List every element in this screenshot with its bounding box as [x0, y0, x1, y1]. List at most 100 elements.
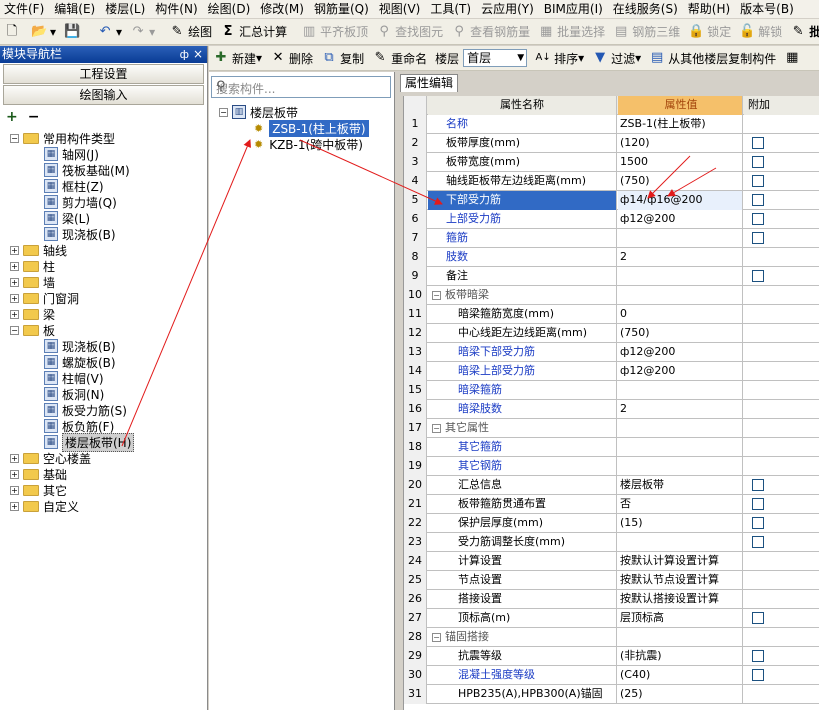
property-value[interactable]	[618, 381, 743, 400]
property-value[interactable]: ф14/ф16@200	[618, 191, 743, 210]
property-row[interactable]: 7 箍筋	[404, 229, 819, 248]
menu-item[interactable]: 修改(M)	[256, 0, 310, 18]
property-value[interactable]: (750)	[618, 172, 743, 191]
property-value[interactable]: 按默认节点设置计算	[618, 571, 743, 590]
property-value[interactable]: (C40)	[618, 666, 743, 685]
property-value[interactable]: 否	[618, 495, 743, 514]
property-row[interactable]: 22 保护层厚度(mm) (15)	[404, 514, 819, 533]
tree-item[interactable]: ▦ 板洞(N)	[44, 386, 104, 402]
delete-button[interactable]: ✕ 删除	[266, 47, 317, 69]
open-button[interactable]: 📂 ▾	[27, 21, 60, 43]
tree-foundation[interactable]: + 基础	[10, 466, 67, 482]
property-value[interactable]: 1500	[618, 153, 743, 172]
tree-item[interactable]: ▦ 柱帽(V)	[44, 370, 104, 386]
property-row[interactable]: 30 混凝土强度等级 (C40)	[404, 666, 819, 685]
property-value[interactable]	[618, 457, 743, 476]
tree-door-window[interactable]: + 门窗洞	[10, 290, 79, 306]
property-row[interactable]: 5 下部受力筋 ф14/ф16@200	[404, 191, 819, 210]
collapse-icon[interactable]: −	[10, 325, 19, 335]
tree-hollow-floor[interactable]: + 空心楼盖	[10, 450, 91, 466]
property-value[interactable]: ф12@200	[618, 343, 743, 362]
property-value[interactable]	[618, 267, 743, 286]
rename-button[interactable]: ✎ 重命名	[368, 47, 431, 69]
expand-icon[interactable]: +	[10, 245, 19, 255]
property-value[interactable]	[618, 286, 743, 305]
property-value[interactable]: 按默认搭接设置计算	[618, 590, 743, 609]
property-row[interactable]: 2 板带厚度(mm) (120)	[404, 134, 819, 153]
append-checkbox[interactable]	[752, 137, 764, 149]
tab-property-edit[interactable]: 属性编辑	[400, 74, 459, 92]
tree-item[interactable]: ▦ 现浇板(B)	[44, 338, 116, 354]
filter-button[interactable]: ▼ 过滤 ▾	[588, 47, 645, 69]
draw-input-button[interactable]: 绘图输入	[3, 85, 204, 105]
collapse-all-icon[interactable]: −	[28, 109, 40, 125]
property-value[interactable]	[618, 533, 743, 552]
menu-item[interactable]: 构件(N)	[151, 0, 203, 18]
expand-icon[interactable]: +	[10, 261, 19, 271]
property-value[interactable]: (750)	[618, 324, 743, 343]
property-row[interactable]: 6 上部受力筋 ф12@200	[404, 210, 819, 229]
tree-item[interactable]: ▦ 框柱(Z)	[44, 178, 104, 194]
batch-button[interactable]: ✎ 批量	[786, 21, 819, 43]
property-row[interactable]: 9 备注	[404, 267, 819, 286]
new-component-button[interactable]: ✚ 新建 ▾	[209, 47, 266, 69]
collapse-icon[interactable]: −	[432, 290, 441, 300]
append-checkbox[interactable]	[752, 213, 764, 225]
menu-item[interactable]: 在线服务(S)	[609, 0, 684, 18]
menu-item[interactable]: 帮助(H)	[684, 0, 736, 18]
expand-icon[interactable]: +	[10, 501, 19, 511]
copy-from-floor-button[interactable]: ▤ 从其他楼层复制构件	[645, 47, 780, 69]
property-value[interactable]: 按默认计算设置计算	[618, 552, 743, 571]
tree-other[interactable]: + 其它	[10, 482, 67, 498]
property-value[interactable]: 楼层板带	[618, 476, 743, 495]
component-search-input[interactable]: 搜索构件... ⚲	[211, 76, 391, 98]
property-row[interactable]: 20 汇总信息 楼层板带	[404, 476, 819, 495]
collapse-icon[interactable]: −	[219, 107, 228, 117]
append-checkbox[interactable]	[752, 669, 764, 681]
append-checkbox[interactable]	[752, 232, 764, 244]
menu-item[interactable]: 钢筋量(Q)	[310, 0, 375, 18]
copy-button[interactable]: ⧉ 复制	[317, 47, 368, 69]
property-value[interactable]: (25)	[618, 685, 743, 704]
menu-item[interactable]: 版本号(B)	[736, 0, 800, 18]
append-checkbox[interactable]	[752, 194, 764, 206]
expand-icon[interactable]: +	[10, 293, 19, 303]
property-value[interactable]	[618, 419, 743, 438]
property-row[interactable]: 3 板带宽度(mm) 1500	[404, 153, 819, 172]
append-checkbox[interactable]	[752, 479, 764, 491]
new-file-button[interactable]: 🗋	[0, 21, 27, 43]
unlock-button[interactable]: 🔓 解锁	[735, 21, 786, 43]
property-value[interactable]: ф12@200	[618, 362, 743, 381]
property-row[interactable]: 14 暗梁上部受力筋 ф12@200	[404, 362, 819, 381]
append-checkbox[interactable]	[752, 536, 764, 548]
tree-column[interactable]: + 柱	[10, 258, 55, 274]
tree-item[interactable]: ▦ 筏板基础(M)	[44, 162, 130, 178]
property-row[interactable]: 11 暗梁箍筋宽度(mm) 0	[404, 305, 819, 324]
expand-icon[interactable]: +	[10, 453, 19, 463]
floor-select[interactable]: 首层 ▼	[463, 49, 528, 67]
property-value[interactable]: 2	[618, 400, 743, 419]
property-row[interactable]: 26 搭接设置 按默认搭接设置计算	[404, 590, 819, 609]
property-row[interactable]: 23 受力筋调整长度(mm)	[404, 533, 819, 552]
property-row[interactable]: 12 中心线距左边线距离(mm) (750)	[404, 324, 819, 343]
batch-select-button[interactable]: ▦ 批量选择	[534, 21, 609, 43]
component-item-kzb1[interactable]: ✹ KZB-1(跨中板带)	[254, 136, 363, 152]
project-settings-button[interactable]: 工程设置	[3, 64, 204, 84]
tree-item[interactable]: ▦ 梁(L)	[44, 210, 90, 226]
tree-item[interactable]: ▦ 剪力墙(Q)	[44, 194, 117, 210]
tree-item[interactable]: ▦ 楼层板带(H)	[44, 432, 135, 452]
more-toolbar-icon[interactable]: ▦	[780, 47, 807, 69]
append-checkbox[interactable]	[752, 498, 764, 510]
property-value[interactable]: 2	[618, 248, 743, 267]
property-row[interactable]: 27 顶标高(m) 层顶标高	[404, 609, 819, 628]
append-checkbox[interactable]	[752, 175, 764, 187]
property-row[interactable]: 29 抗震等级 (非抗震)	[404, 647, 819, 666]
menu-item[interactable]: 楼层(L)	[101, 0, 151, 18]
property-row[interactable]: 4 轴线距板带左边线距离(mm) (750)	[404, 172, 819, 191]
tree-axis[interactable]: + 轴线	[10, 242, 67, 258]
expand-icon[interactable]: +	[10, 309, 19, 319]
pin-icon[interactable]: ф	[180, 46, 189, 63]
component-item-zsb1[interactable]: ✹ ZSB-1(柱上板带)	[254, 119, 369, 137]
menu-item[interactable]: BIM应用(I)	[540, 0, 609, 18]
close-icon[interactable]: ×	[193, 46, 203, 63]
